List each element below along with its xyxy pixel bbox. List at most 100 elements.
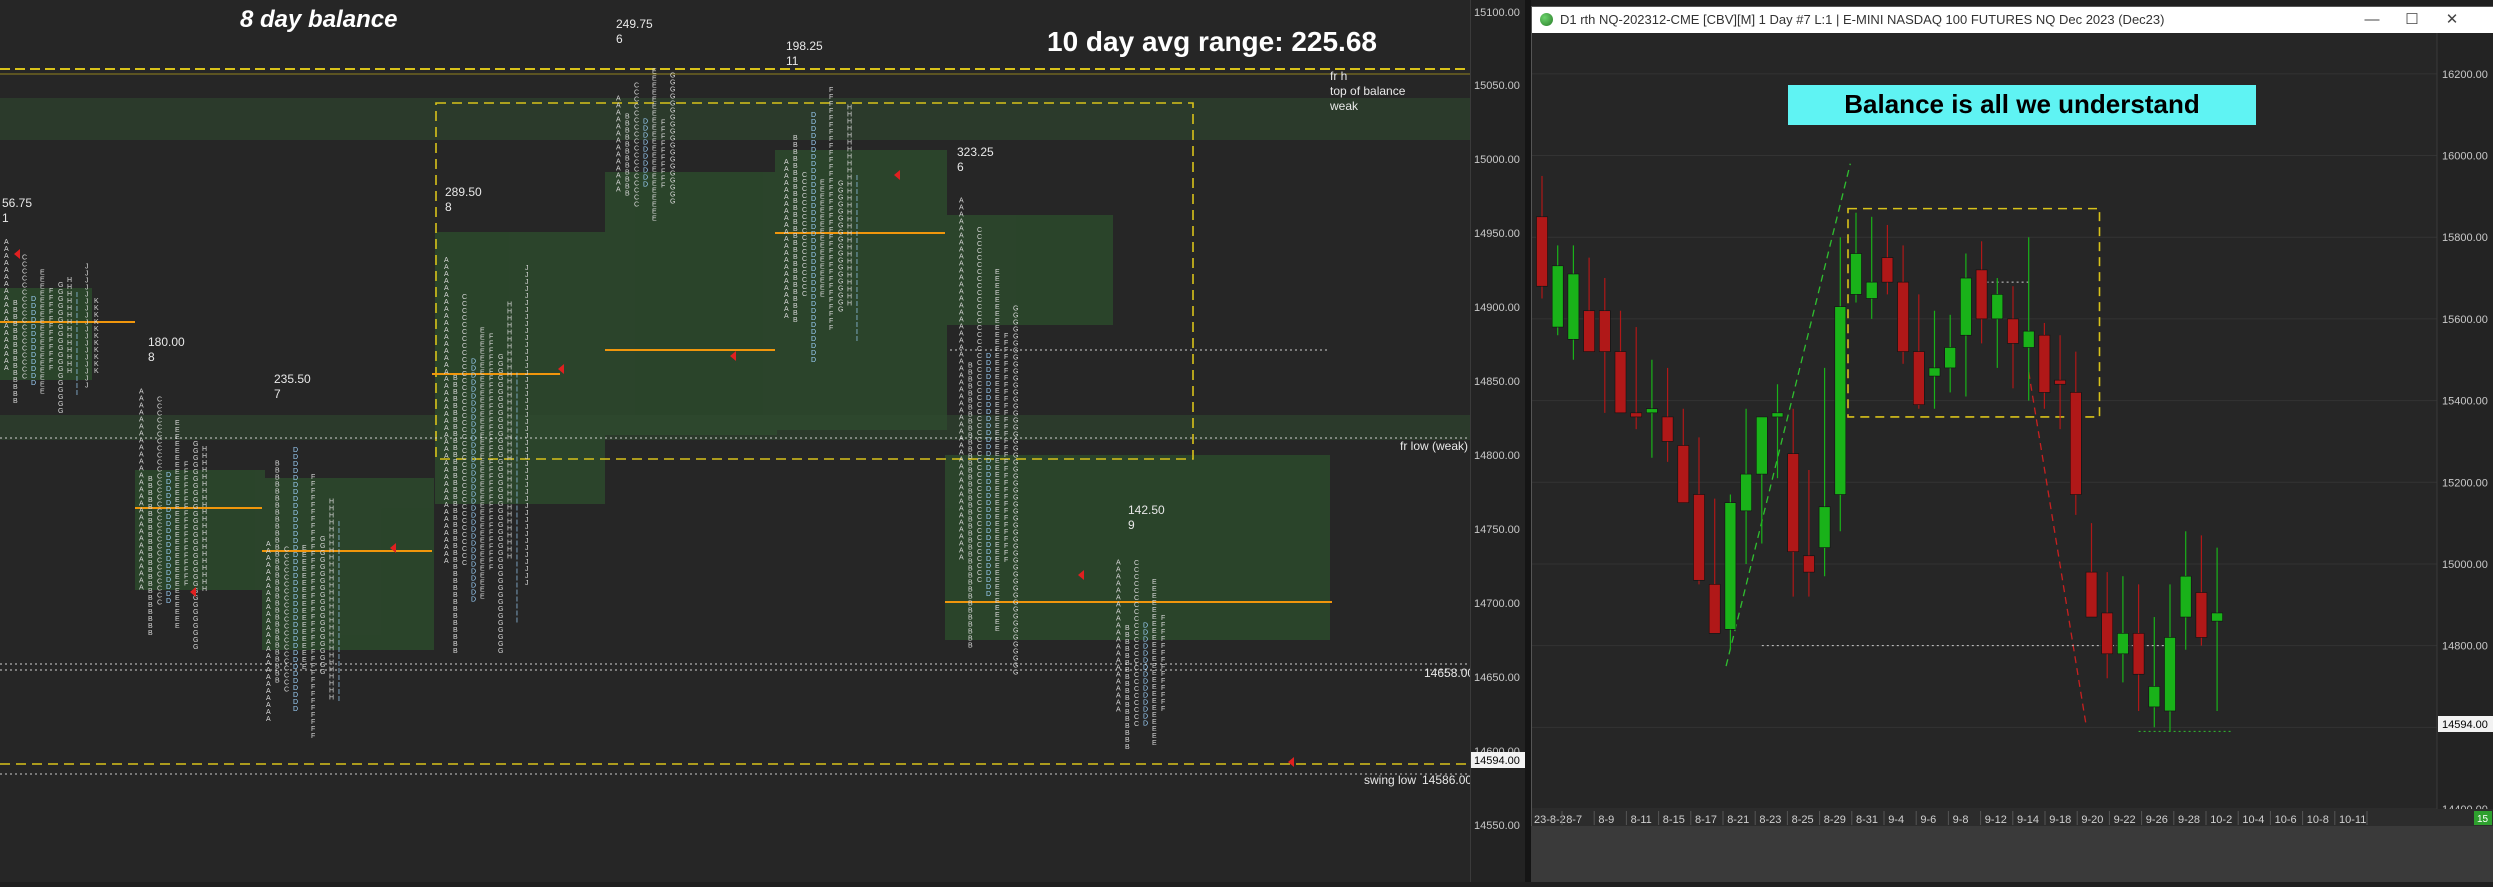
market-profile-chart[interactable]: AAAAAAAAAAAAAAAAAAABBBBBBBBBBBBBBBCCCCCC…	[0, 0, 1470, 882]
tpo-letter: E	[480, 376, 485, 383]
tpo-letter: G	[58, 296, 63, 303]
tpo-letter: G	[1013, 313, 1018, 320]
tpo-letter: E	[652, 159, 657, 166]
tpo-letter: A	[616, 145, 621, 152]
tpo-letter: B	[148, 616, 153, 623]
tpo-letter: A	[959, 513, 964, 520]
tpo-letter: B	[148, 560, 153, 567]
tpo-letter: A	[959, 401, 964, 408]
tpo-letter: H	[847, 230, 852, 237]
tpo-letter: A	[1116, 643, 1121, 650]
tpo-letter: E	[820, 222, 825, 229]
candlestick-chart-svg[interactable]: 16200.0016000.0015800.0015600.0015400.00…	[1532, 33, 2493, 827]
date-label: 10-11	[2339, 814, 2366, 826]
tpo-letter: A	[139, 403, 144, 410]
tpo-letter: H	[202, 516, 207, 523]
tpo-letter: F	[489, 362, 493, 369]
tpo-letter: G	[1013, 362, 1018, 369]
tpo-letter: G	[1013, 432, 1018, 439]
tpo-letter: E	[995, 591, 1000, 598]
maximize-button[interactable]: ☐	[2392, 7, 2432, 33]
tpo-letter: B	[275, 489, 280, 496]
tpo-letter: H	[67, 298, 72, 305]
tpo-letter: A	[444, 474, 449, 481]
tpo-letter: E	[995, 423, 1000, 430]
tpo-letter: C	[977, 451, 982, 458]
tpo-letter: G	[498, 410, 503, 417]
tpo-letter: E	[175, 525, 180, 532]
tpo-letter: C	[22, 332, 27, 339]
tpo-letter: H	[507, 442, 512, 449]
tpo-letter: G	[670, 79, 675, 86]
tpo-letter: I	[338, 542, 340, 549]
tpo-letter: G	[838, 307, 843, 314]
left-price-axis[interactable]: 15100.00 15050.00 15000.00 14950.00 1490…	[1470, 0, 1526, 882]
tpo-letter: F	[829, 297, 833, 304]
tpo-letter: G	[838, 244, 843, 251]
tpo-letter: E	[302, 594, 307, 601]
tpo-letter: B	[968, 482, 973, 489]
tpo-letter: A	[444, 320, 449, 327]
tpo-letter: A	[959, 387, 964, 394]
tpo-letter: A	[139, 578, 144, 585]
tpo-letter: E	[175, 595, 180, 602]
tpo-letter: A	[266, 562, 271, 569]
tpo-letter: D	[293, 454, 298, 461]
window-titlebar[interactable]: D1 rth NQ-202312-CME [CBV][M] 1 Day #7 L…	[1532, 7, 2493, 33]
tpo-letter: H	[507, 484, 512, 491]
tpo-letter: E	[995, 556, 1000, 563]
tpo-letter: G	[498, 445, 503, 452]
tpo-letter: F	[1004, 494, 1008, 501]
tpo-letter: D	[643, 153, 648, 160]
tpo-letter: I	[516, 554, 518, 561]
tpo-letter: B	[275, 475, 280, 482]
tpo-letter: F	[311, 481, 315, 488]
tpo-letter: D	[986, 556, 991, 563]
tpo-letter: G	[498, 487, 503, 494]
tpo-letter: G	[1013, 306, 1018, 313]
tpo-letter: G	[58, 338, 63, 345]
minimize-button[interactable]: —	[2352, 7, 2392, 33]
tpo-letter: E	[652, 96, 657, 103]
tpo-letter: F	[829, 157, 833, 164]
tpo-letter: H	[329, 583, 334, 590]
tpo-letter: H	[329, 660, 334, 667]
tpo-letter: J	[85, 368, 89, 375]
profile-range: 235.50	[274, 372, 311, 386]
tpo-letter: C	[462, 357, 467, 364]
tpo-letter: B	[453, 578, 458, 585]
candle-body	[2022, 330, 2035, 348]
candle-body	[2132, 633, 2145, 675]
tpo-letter: E	[175, 462, 180, 469]
tpo-letter: F	[184, 490, 188, 497]
close-button[interactable]: ✕	[2432, 7, 2472, 33]
tpo-letter: G	[1013, 404, 1018, 411]
tpo-letter: G	[498, 627, 503, 634]
tpo-letter: H	[847, 118, 852, 125]
tpo-letter: E	[995, 486, 1000, 493]
tpo-letter: B	[1125, 688, 1130, 695]
tpo-letter: E	[1152, 649, 1157, 656]
tpo-letter: I	[856, 182, 858, 189]
tpo-letter: C	[977, 262, 982, 269]
tpo-letter: E	[302, 650, 307, 657]
tpo-letter: B	[453, 466, 458, 473]
tpo-letter: D	[166, 598, 171, 605]
tpo-letter: B	[1125, 709, 1130, 716]
tpo-letter: G	[193, 462, 198, 469]
tpo-letter: G	[320, 585, 325, 592]
date-label: 10-8	[2307, 814, 2329, 826]
tpo-letter: C	[157, 480, 162, 487]
market-profile-svg[interactable]: AAAAAAAAAAAAAAAAAAABBBBBBBBBBBBBBBCCCCCC…	[0, 0, 1470, 882]
tpo-letter: A	[266, 709, 271, 716]
tpo-letter: A	[139, 473, 144, 480]
daily-chart-window[interactable]: D1 rth NQ-202312-CME [CBV][M] 1 Day #7 L…	[1531, 6, 2493, 828]
tpo-letter: I	[338, 675, 340, 682]
tpo-letter: G	[498, 389, 503, 396]
tpo-letter: A	[444, 432, 449, 439]
tpo-letter: F	[1004, 487, 1008, 494]
tpo-letter: F	[1161, 664, 1165, 671]
tpo-letter: B	[968, 370, 973, 377]
tpo-letter: A	[784, 194, 789, 201]
tpo-letter: A	[444, 523, 449, 530]
